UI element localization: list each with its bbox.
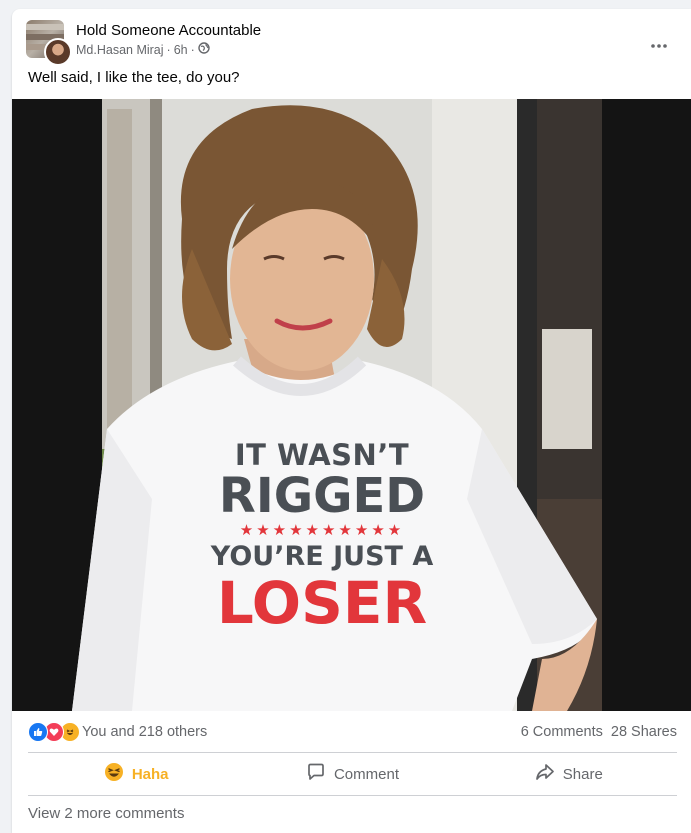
meta-separator: · <box>190 42 195 57</box>
comments-count[interactable]: 6 Comments <box>521 724 603 740</box>
haha-icon <box>104 762 124 786</box>
view-more-comments-link[interactable]: View 2 more comments <box>28 805 184 822</box>
shares-count[interactable]: 28 Shares <box>611 724 677 740</box>
haha-button[interactable]: Haha <box>28 756 244 792</box>
post-header: Hold Someone Accountable Md.Hasan Miraj … <box>26 19 691 66</box>
post-meta: Md.Hasan Miraj · 6h · <box>76 42 210 57</box>
shirt-line-4: LOSER <box>216 569 428 637</box>
action-bar: Haha Comment Share <box>28 754 677 794</box>
stats-right: 6 Comments 28 Shares <box>521 724 677 740</box>
divider <box>28 752 677 753</box>
post-photo[interactable]: IT WASN’T RIGGED ★★★★★★★★★★ YOU’RE JUST … <box>12 99 691 711</box>
shirt-line-1: IT WASN’T <box>234 438 410 472</box>
author-name-link[interactable]: Md.Hasan Miraj <box>76 43 164 57</box>
engagement-stats: You and 218 others 6 Comments 28 Shares <box>28 721 677 743</box>
shirt-line-2: RIGGED <box>218 468 426 524</box>
globe-icon <box>198 42 210 57</box>
group-name-link[interactable]: Hold Someone Accountable <box>76 22 261 39</box>
shirt-print: IT WASN’T RIGGED ★★★★★★★★★★ YOU’RE JUST … <box>162 439 482 633</box>
share-button[interactable]: Share <box>461 756 677 792</box>
comment-label: Comment <box>333 765 399 783</box>
post-caption: Well said, I like the tee, do you? <box>28 69 240 86</box>
comment-button[interactable]: Comment <box>244 756 460 792</box>
more-dots-icon[interactable] <box>641 31 677 61</box>
meta-separator: · <box>166 42 171 57</box>
post-time[interactable]: 6h <box>174 43 188 57</box>
reactions-summary[interactable]: You and 218 others <box>82 724 207 740</box>
comment-icon <box>306 762 326 786</box>
divider <box>28 795 677 796</box>
share-label: Share <box>562 765 603 783</box>
shirt-stars: ★★★★★★★★★★ <box>239 522 405 539</box>
like-icon <box>28 722 48 742</box>
author-avatar[interactable] <box>44 38 72 66</box>
share-icon <box>535 762 555 786</box>
post-card: Hold Someone Accountable Md.Hasan Miraj … <box>12 9 691 833</box>
haha-label: Haha <box>131 765 169 783</box>
reaction-icons[interactable] <box>28 722 80 742</box>
